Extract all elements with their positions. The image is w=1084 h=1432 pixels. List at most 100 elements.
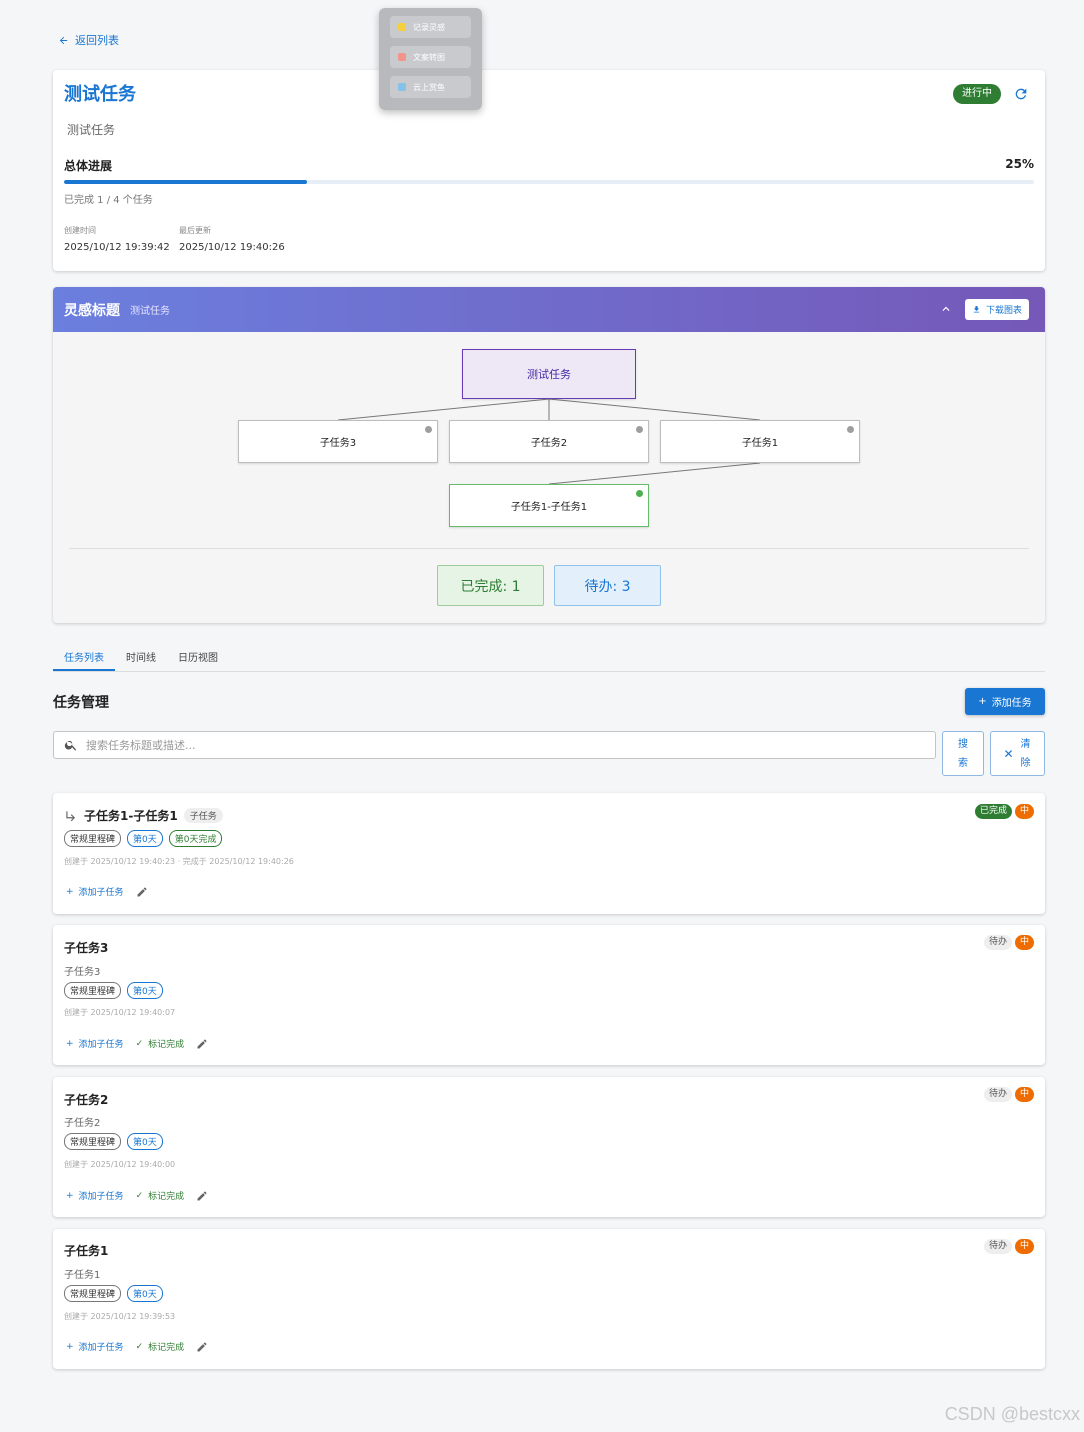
day-tag: 第0天 (127, 1133, 163, 1150)
search-button[interactable]: 搜索 (942, 731, 984, 776)
edit-pencil-icon[interactable] (136, 886, 148, 898)
image-icon (398, 53, 406, 61)
inspiration-panel: 灵感标题 测试任务 下载图表 测试任务 子任务3 子任务2 子任务1 子任务1-… (53, 287, 1045, 623)
lightbulb-icon (398, 23, 406, 31)
task-item-tags: 常规里程碑 第0天 (64, 982, 163, 999)
clear-button-label: 清除 (1020, 738, 1031, 769)
task-item-name: 子任务3 (64, 941, 109, 955)
task-title: 测试任务 (64, 84, 136, 105)
subdirectory-arrow-icon (66, 810, 76, 821)
mark-complete-label: 标记完成 (148, 1040, 185, 1050)
mind-map-root-node[interactable]: 测试任务 (462, 349, 636, 399)
add-subtask-button[interactable]: + 添加子任务 (66, 1340, 124, 1354)
task-item-tags: 常规里程碑 第0天 (64, 1285, 163, 1302)
tab-calendar[interactable]: 日历视图 (167, 645, 229, 671)
mark-complete-button[interactable]: ✓ 标记完成 (135, 1340, 185, 1354)
milestone-tag: 常规里程碑 (64, 1285, 122, 1302)
mark-complete-label: 标记完成 (148, 1343, 185, 1353)
add-subtask-label: 添加子任务 (78, 888, 124, 898)
task-item-actions: + 添加子任务 ✓ 标记完成 (66, 1189, 208, 1202)
search-button-label: 搜索 (958, 738, 968, 769)
add-subtask-button[interactable]: + 添加子任务 (66, 1037, 124, 1051)
check-icon: ✓ (135, 1190, 144, 1201)
task-item-badges: 待办 中 (983, 1239, 1034, 1254)
task-item-title: 子任务1-子任务1 子任务 (64, 807, 223, 824)
updated-meta: 最后更新 2025/10/12 19:40:26 (179, 225, 285, 253)
edit-pencil-icon[interactable] (196, 1190, 208, 1202)
check-icon: ✓ (135, 1038, 144, 1049)
priority-badge: 中 (1014, 1239, 1034, 1254)
plus-icon: + (978, 696, 987, 707)
created-value: 2025/10/12 19:39:42 (64, 242, 170, 253)
add-subtask-button[interactable]: + 添加子任务 (66, 1189, 124, 1203)
tab-task-list[interactable]: 任务列表 (53, 645, 115, 671)
node-label: 子任务2 (530, 438, 568, 449)
mind-map-node[interactable]: 子任务1-子任务1 (449, 484, 649, 527)
quick-menu-label: 记录灵感 (413, 22, 445, 32)
mind-map-node[interactable]: 子任务3 (238, 420, 438, 463)
mind-map-node[interactable]: 子任务2 (449, 420, 649, 463)
back-to-list-link[interactable]: 返回列表 (58, 32, 119, 48)
search-input[interactable] (86, 738, 886, 752)
task-item-name: 子任务1-子任务1 (84, 809, 178, 823)
task-item: 子任务1-子任务1 子任务 已完成 中 常规里程碑 第0天 第0天完成 创建于 … (53, 793, 1045, 914)
day-tag: 第0天 (127, 830, 163, 847)
progress-percent: 25% (1005, 157, 1034, 171)
task-item-description: 子任务1 (64, 1270, 101, 1281)
task-item-tags: 常规里程碑 第0天 第0天完成 (64, 830, 223, 847)
task-item-name: 子任务1 (64, 1244, 109, 1258)
day-tag: 第0天 (127, 1285, 163, 1302)
task-item-tags: 常规里程碑 第0天 (64, 1133, 163, 1150)
download-chart-button[interactable]: 下载图表 (965, 299, 1030, 320)
status-badge: 进行中 (953, 84, 1001, 104)
edit-pencil-icon[interactable] (196, 1341, 208, 1353)
arrow-left-icon (59, 36, 68, 44)
add-subtask-label: 添加子任务 (78, 1040, 124, 1050)
task-item-actions: + 添加子任务 (66, 885, 148, 898)
plus-icon: + (66, 1038, 74, 1049)
task-item-title: 子任务1 (64, 1242, 108, 1259)
updated-label: 最后更新 (179, 226, 211, 235)
quick-menu-item[interactable]: 文案转图 (390, 46, 471, 68)
plus-icon: + (66, 886, 74, 897)
check-icon: ✓ (135, 1341, 144, 1352)
milestone-tag: 常规里程碑 (64, 830, 122, 847)
clear-button[interactable]: ✕ 清除 (990, 731, 1045, 776)
add-task-label: 添加任务 (991, 698, 1032, 709)
tab-timeline[interactable]: 时间线 (115, 645, 167, 671)
priority-badge: 中 (1014, 935, 1034, 950)
quick-menu-item[interactable]: 记录灵感 (390, 16, 471, 38)
inspiration-header: 灵感标题 测试任务 下载图表 (53, 287, 1045, 332)
pending-dot-icon (636, 426, 643, 433)
node-label: 子任务1 (741, 438, 779, 449)
priority-badge: 中 (1014, 804, 1034, 819)
progress-label: 总体进展 (64, 159, 113, 173)
download-icon (973, 306, 980, 313)
priority-badge: 中 (1014, 1087, 1034, 1102)
plus-icon: + (66, 1341, 74, 1352)
quick-menu-item[interactable]: 云上赏鱼 (390, 76, 471, 98)
quick-menu-label: 云上赏鱼 (413, 82, 445, 92)
divider (69, 548, 1029, 549)
add-subtask-label: 添加子任务 (78, 1343, 124, 1353)
day-tag: 第0天 (127, 982, 163, 999)
mark-complete-button[interactable]: ✓ 标记完成 (135, 1037, 185, 1051)
mark-complete-button[interactable]: ✓ 标记完成 (135, 1189, 185, 1203)
task-item-meta: 创建于 2025/10/12 19:40:07 (64, 1008, 176, 1017)
mind-map-node[interactable]: 子任务1 (660, 420, 860, 463)
task-item-description: 子任务3 (64, 967, 101, 978)
add-task-button[interactable]: + 添加任务 (965, 688, 1045, 715)
task-item-actions: + 添加子任务 ✓ 标记完成 (66, 1340, 208, 1353)
task-item-title: 子任务3 (64, 939, 108, 956)
add-subtask-button[interactable]: + 添加子任务 (66, 885, 124, 899)
progress-summary: 已完成 1 / 4 个任务 (64, 195, 153, 206)
refresh-icon[interactable] (1013, 86, 1029, 102)
task-item-meta: 创建于 2025/10/12 19:40:00 (64, 1160, 176, 1169)
status-badge: 待办 (983, 935, 1012, 950)
task-item-badges: 待办 中 (983, 1087, 1034, 1102)
milestone-tag: 常规里程碑 (64, 982, 122, 999)
task-item-actions: + 添加子任务 ✓ 标记完成 (66, 1037, 208, 1050)
chevron-up-icon[interactable] (939, 302, 953, 316)
edit-pencil-icon[interactable] (196, 1038, 208, 1050)
task-item: 子任务1 待办 中 子任务1 常规里程碑 第0天 创建于 2025/10/12 … (53, 1229, 1045, 1369)
